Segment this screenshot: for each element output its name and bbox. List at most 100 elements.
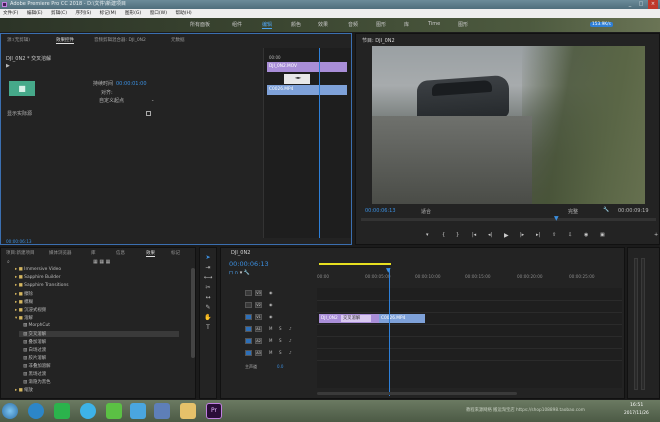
source-patch-a1[interactable] <box>245 326 252 332</box>
hand-tool-icon[interactable]: ✋ <box>200 314 216 321</box>
list-item[interactable]: ▸ ■ 沉浸式视频 <box>15 307 46 313</box>
project-scrollbar[interactable] <box>191 268 195 358</box>
mic-icon[interactable]: ♪ <box>289 350 292 355</box>
add-button-icon[interactable]: + <box>654 232 658 238</box>
track-header-v3[interactable]: V3 ◉ <box>237 290 315 299</box>
track-label-v3[interactable]: V3 <box>255 290 262 296</box>
list-item[interactable]: ▾ ■ 溶解 <box>15 315 33 321</box>
master-volume[interactable]: 0.0 <box>277 364 283 369</box>
program-playhead-marker[interactable]: ▼ <box>554 215 559 222</box>
list-item[interactable]: ▧ 非叠加溶解 <box>23 363 51 369</box>
track-select-tool-icon[interactable]: ⇥ <box>200 264 216 271</box>
step-forward-icon[interactable]: |▸ <box>520 232 524 238</box>
mini-clip-b[interactable]: C0026.MP4 <box>267 85 347 95</box>
solo-icon[interactable]: S <box>279 326 282 331</box>
chevron-down-icon[interactable]: ⌄ <box>151 97 154 102</box>
list-item[interactable]: ▸ ■ Immersive Video <box>15 267 61 272</box>
source-patch-a2[interactable] <box>245 338 252 344</box>
workspace-tab[interactable]: 音频 <box>348 21 358 28</box>
menu-graphics[interactable]: 图形(G) <box>125 11 141 16</box>
program-monitor-title[interactable]: 节目: DJI_0N2 <box>362 37 395 44</box>
solo-icon[interactable]: S <box>279 338 282 343</box>
mic-icon[interactable]: ♪ <box>289 338 292 343</box>
slip-tool-icon[interactable]: ↔ <box>200 294 216 301</box>
list-item[interactable]: ▸ ■ 模糊 <box>15 299 33 305</box>
timeline-clip-v1-b[interactable]: C0026.MP4 <box>379 314 425 323</box>
timeline-horizontal-scroll[interactable] <box>317 392 517 395</box>
timeline-playhead-handle[interactable]: ▼ <box>386 267 391 274</box>
menu-window[interactable]: 窗口(W) <box>150 11 167 16</box>
timeline-ruler[interactable]: 00:00 00:00:05:00 00:00:10:00 00:00:15:0… <box>317 262 622 279</box>
menu-sequence[interactable]: 序列(S) <box>76 11 92 16</box>
alignment-select[interactable]: 自定义起点 <box>99 97 124 104</box>
add-marker-icon[interactable]: ▾ <box>426 232 429 238</box>
mini-clip-a[interactable]: DJI_0N2.MOV <box>267 62 347 72</box>
workspace-tab[interactable]: 颜色 <box>291 21 301 28</box>
track-header-v2[interactable]: V2 ◉ <box>237 302 315 311</box>
minimize-button[interactable]: _ <box>626 0 634 9</box>
list-item[interactable]: ▧ 胶片溶解 <box>23 355 46 361</box>
source-patch-v3[interactable] <box>245 290 252 296</box>
mark-out-icon[interactable]: } <box>456 232 459 238</box>
clock-time[interactable]: 16:51 <box>630 403 643 408</box>
eye-icon[interactable]: ◉ <box>269 290 273 295</box>
effect-controls-timecode[interactable]: 00:00:06:13 <box>6 239 32 244</box>
eye-icon[interactable]: ◉ <box>269 314 273 319</box>
workspace-tab-active[interactable]: 编辑 <box>262 21 273 29</box>
list-item[interactable]: ▸ ■ Sapphire Transitions <box>15 283 69 288</box>
mute-icon[interactable]: M <box>269 350 272 355</box>
lift-icon[interactable]: ⇪ <box>552 232 556 238</box>
mini-playhead[interactable] <box>319 48 320 238</box>
search-icon[interactable]: ⌕ <box>7 259 10 265</box>
tab-source[interactable]: 源:(无剪辑) <box>7 37 30 43</box>
mic-icon[interactable]: ♪ <box>289 326 292 331</box>
export-frame-icon[interactable]: ◉ <box>584 232 588 238</box>
tab-effects[interactable]: 效果 <box>146 250 155 257</box>
workspace-tab[interactable]: 效果 <box>318 21 328 28</box>
mark-in-icon[interactable]: { <box>442 232 445 238</box>
extract-icon[interactable]: ⇩ <box>568 232 572 238</box>
mute-icon[interactable]: M <box>269 338 272 343</box>
workspace-tab[interactable]: 图形 <box>458 21 468 28</box>
work-area-bar[interactable] <box>319 263 391 265</box>
browser-icon[interactable] <box>80 403 96 419</box>
tab-info[interactable]: 信息 <box>116 250 125 256</box>
show-actual-source-checkbox[interactable] <box>146 111 151 116</box>
go-to-in-icon[interactable]: |◂ <box>472 232 476 238</box>
timeline-timecode[interactable]: 00:00:06:13 <box>229 260 269 268</box>
workspace-tab[interactable]: Time <box>428 21 440 27</box>
start-button-icon[interactable] <box>2 403 18 419</box>
chat-app-icon[interactable] <box>106 403 122 419</box>
mute-icon[interactable]: M <box>269 326 272 331</box>
list-item[interactable]: ▧ 叠加溶解 <box>23 339 46 345</box>
track-label-a1[interactable]: A1 <box>255 326 262 332</box>
tab-audio-mixer[interactable]: 音频剪辑混合器: DJI_0N2 <box>94 37 146 43</box>
duration-value[interactable]: 00:00:01:00 <box>116 81 147 87</box>
go-to-out-icon[interactable]: ▸| <box>536 232 540 238</box>
play-transition-icon[interactable]: ▶ <box>6 63 10 69</box>
play-icon[interactable]: ▶ <box>504 232 509 239</box>
accelerated-filter-icon[interactable]: ▦ ▦ ▦ <box>93 259 110 265</box>
maximize-button[interactable]: □ <box>637 0 645 9</box>
source-patch-v1[interactable] <box>245 314 252 320</box>
premiere-pro-icon[interactable]: Pr <box>206 403 222 419</box>
tab-media-browser[interactable]: 媒体浏览器 <box>49 250 72 256</box>
track-header-v1[interactable]: V1 ◉ <box>237 314 315 323</box>
workspace-tab[interactable]: 组件 <box>232 21 242 28</box>
menu-marker[interactable]: 标记(M) <box>100 11 117 16</box>
list-item-selected[interactable]: ▧ 交叉溶解 <box>19 331 179 337</box>
mini-transition[interactable]: ◄► <box>284 74 310 84</box>
track-header-a2[interactable]: A2 M S ♪ <box>237 338 315 347</box>
green-app-icon[interactable] <box>54 403 70 419</box>
ripple-edit-tool-icon[interactable]: ⟷ <box>200 274 216 281</box>
list-item[interactable]: ▧ 白场过渡 <box>23 347 46 353</box>
tab-project[interactable]: 项目:新建项目 <box>6 250 35 256</box>
list-item[interactable]: ▧ 黑场过渡 <box>23 371 46 377</box>
track-label-a3[interactable]: A3 <box>255 350 262 356</box>
list-item[interactable]: ▧ MorphCut <box>23 323 50 328</box>
track-label-v1[interactable]: V1 <box>255 314 262 320</box>
folder-explorer-icon[interactable] <box>180 403 196 419</box>
timeline-settings-icon[interactable]: 🔧 <box>244 270 250 276</box>
timeline-playhead[interactable] <box>389 268 390 396</box>
list-item[interactable]: ▸ ■ Sapphire Builder <box>15 275 61 280</box>
